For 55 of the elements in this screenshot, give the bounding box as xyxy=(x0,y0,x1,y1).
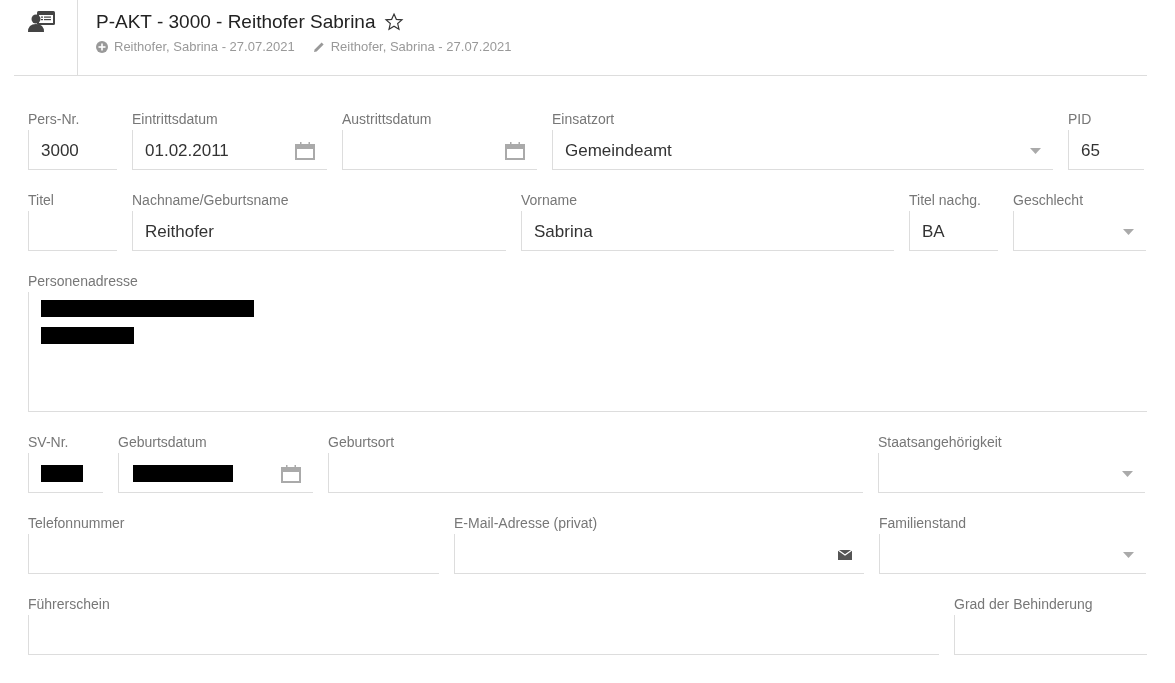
dropdown-caret-icon[interactable] xyxy=(1030,147,1041,154)
field-label: Vorname xyxy=(521,192,579,210)
calendar-icon[interactable] xyxy=(505,141,525,160)
dropdown-field[interactable] xyxy=(879,534,1146,574)
calendar-icon[interactable] xyxy=(295,141,315,160)
input-field[interactable] xyxy=(954,615,1147,655)
input-field[interactable] xyxy=(28,615,939,655)
field-label: Telefonnummer xyxy=(28,515,126,533)
date-field[interactable] xyxy=(118,453,313,493)
field-label: Titel nachg. xyxy=(909,192,982,210)
field-label: Personenadresse xyxy=(28,273,139,291)
pencil-icon xyxy=(312,40,325,53)
modified-info: Reithofer, Sabrina - 27.07.2021 xyxy=(330,39,512,54)
date-field[interactable] xyxy=(342,130,537,170)
field-label: Austrittsdatum xyxy=(342,111,433,129)
input-field[interactable]: Sabrina xyxy=(521,211,894,251)
plus-circle-icon xyxy=(96,40,108,53)
input-field[interactable]: BA xyxy=(909,211,998,251)
field-label: E-Mail-Adresse (privat) xyxy=(454,515,599,533)
date-field[interactable]: 01.02.2011 xyxy=(132,130,327,170)
field-label: Familienstand xyxy=(879,515,968,533)
dropdown-field[interactable] xyxy=(1013,211,1146,251)
field-label: Staatsangehörigkeit xyxy=(878,434,1003,452)
input-field[interactable]: 3000 xyxy=(28,130,117,170)
created-info: Reithofer, Sabrina - 27.07.2021 xyxy=(114,39,295,54)
dropdown-caret-icon[interactable] xyxy=(1123,551,1134,558)
input-field[interactable] xyxy=(328,453,863,493)
input-field[interactable] xyxy=(28,211,117,251)
envelope-icon xyxy=(838,549,852,560)
input-field[interactable]: 65 xyxy=(1068,130,1144,170)
field-label: Geburtsort xyxy=(328,434,396,452)
dropdown-caret-icon[interactable] xyxy=(1123,228,1134,235)
field-label: Geschlecht xyxy=(1013,192,1085,210)
dropdown-field[interactable]: Gemeindeamt xyxy=(552,130,1053,170)
input-field[interactable] xyxy=(28,534,439,574)
field-label: Einsatzort xyxy=(552,111,616,129)
text-area[interactable] xyxy=(28,292,1147,412)
field-label: Grad der Behinderung xyxy=(954,596,1094,614)
input-field[interactable] xyxy=(28,453,103,493)
dropdown-field[interactable] xyxy=(878,453,1145,493)
input-field[interactable]: Reithofer xyxy=(132,211,506,251)
field-label: Geburtsdatum xyxy=(118,434,208,452)
field-label: PID xyxy=(1068,111,1093,129)
field-label: Führerschein xyxy=(28,596,111,614)
calendar-icon[interactable] xyxy=(281,464,301,483)
field-label: Pers-Nr. xyxy=(28,111,81,129)
field-label: Nachname/Geburtsname xyxy=(132,192,290,210)
person-card-icon xyxy=(27,10,56,32)
favorite-star-icon[interactable] xyxy=(383,12,404,32)
field-label: Eintrittsdatum xyxy=(132,111,219,129)
record-title: P-AKT - 3000 - Reithofer Sabrina xyxy=(96,11,376,33)
input-field[interactable] xyxy=(454,534,864,574)
field-label: SV-Nr. xyxy=(28,434,70,452)
dropdown-caret-icon[interactable] xyxy=(1122,470,1133,477)
field-label: Titel xyxy=(28,192,55,210)
